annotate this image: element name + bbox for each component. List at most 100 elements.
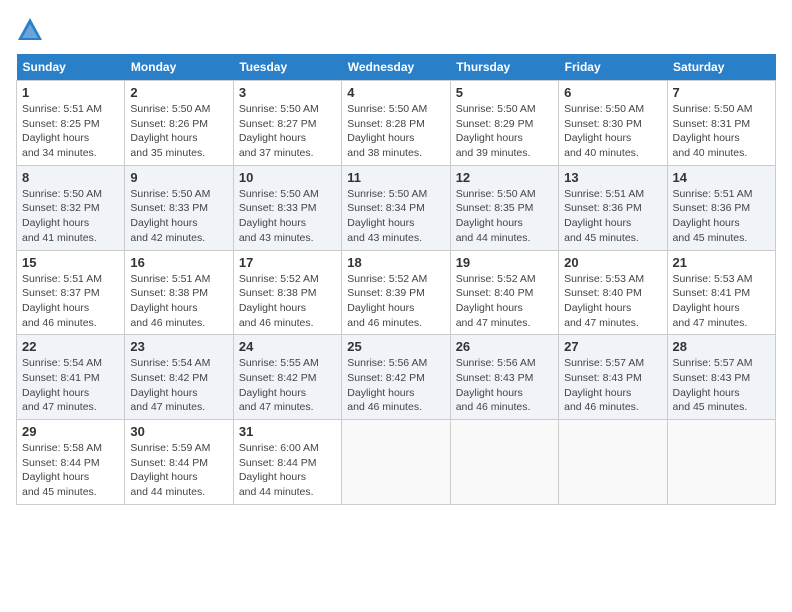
calendar-day-cell: 21 Sunrise: 5:53 AM Sunset: 8:41 PM Dayl… — [667, 250, 775, 335]
day-number: 25 — [347, 339, 444, 354]
calendar-day-cell: 4 Sunrise: 5:50 AM Sunset: 8:28 PM Dayli… — [342, 81, 450, 166]
day-detail: Sunrise: 5:50 AM Sunset: 8:34 PM Dayligh… — [347, 187, 444, 246]
day-detail: Sunrise: 5:50 AM Sunset: 8:32 PM Dayligh… — [22, 187, 119, 246]
calendar-week-row: 15 Sunrise: 5:51 AM Sunset: 8:37 PM Dayl… — [17, 250, 776, 335]
calendar-day-cell: 2 Sunrise: 5:50 AM Sunset: 8:26 PM Dayli… — [125, 81, 233, 166]
day-detail: Sunrise: 5:51 AM Sunset: 8:38 PM Dayligh… — [130, 272, 227, 331]
calendar-day-cell: 20 Sunrise: 5:53 AM Sunset: 8:40 PM Dayl… — [559, 250, 667, 335]
calendar-day-cell: 17 Sunrise: 5:52 AM Sunset: 8:38 PM Dayl… — [233, 250, 341, 335]
calendar-day-cell: 1 Sunrise: 5:51 AM Sunset: 8:25 PM Dayli… — [17, 81, 125, 166]
calendar-day-cell: 25 Sunrise: 5:56 AM Sunset: 8:42 PM Dayl… — [342, 335, 450, 420]
day-number: 29 — [22, 424, 119, 439]
day-detail: Sunrise: 5:53 AM Sunset: 8:41 PM Dayligh… — [673, 272, 770, 331]
day-detail: Sunrise: 5:52 AM Sunset: 8:40 PM Dayligh… — [456, 272, 553, 331]
day-number: 28 — [673, 339, 770, 354]
calendar-day-cell: 9 Sunrise: 5:50 AM Sunset: 8:33 PM Dayli… — [125, 165, 233, 250]
calendar-day-cell: 26 Sunrise: 5:56 AM Sunset: 8:43 PM Dayl… — [450, 335, 558, 420]
day-number: 27 — [564, 339, 661, 354]
weekday-header: Wednesday — [342, 54, 450, 81]
page-header — [16, 16, 776, 44]
day-number: 19 — [456, 255, 553, 270]
calendar-day-cell: 24 Sunrise: 5:55 AM Sunset: 8:42 PM Dayl… — [233, 335, 341, 420]
calendar-day-cell: 7 Sunrise: 5:50 AM Sunset: 8:31 PM Dayli… — [667, 81, 775, 166]
logo — [16, 16, 48, 44]
day-detail: Sunrise: 5:50 AM Sunset: 8:26 PM Dayligh… — [130, 102, 227, 161]
day-detail: Sunrise: 5:50 AM Sunset: 8:31 PM Dayligh… — [673, 102, 770, 161]
day-detail: Sunrise: 5:57 AM Sunset: 8:43 PM Dayligh… — [564, 356, 661, 415]
day-number: 11 — [347, 170, 444, 185]
calendar-day-cell: 5 Sunrise: 5:50 AM Sunset: 8:29 PM Dayli… — [450, 81, 558, 166]
calendar-day-cell: 31 Sunrise: 6:00 AM Sunset: 8:44 PM Dayl… — [233, 420, 341, 505]
calendar-day-cell: 10 Sunrise: 5:50 AM Sunset: 8:33 PM Dayl… — [233, 165, 341, 250]
calendar-day-cell: 23 Sunrise: 5:54 AM Sunset: 8:42 PM Dayl… — [125, 335, 233, 420]
calendar-day-cell: 18 Sunrise: 5:52 AM Sunset: 8:39 PM Dayl… — [342, 250, 450, 335]
day-detail: Sunrise: 5:54 AM Sunset: 8:41 PM Dayligh… — [22, 356, 119, 415]
logo-icon — [16, 16, 44, 44]
day-detail: Sunrise: 5:56 AM Sunset: 8:43 PM Dayligh… — [456, 356, 553, 415]
calendar-day-cell: 22 Sunrise: 5:54 AM Sunset: 8:41 PM Dayl… — [17, 335, 125, 420]
day-number: 16 — [130, 255, 227, 270]
calendar-day-cell: 16 Sunrise: 5:51 AM Sunset: 8:38 PM Dayl… — [125, 250, 233, 335]
day-number: 3 — [239, 85, 336, 100]
day-number: 31 — [239, 424, 336, 439]
day-detail: Sunrise: 5:58 AM Sunset: 8:44 PM Dayligh… — [22, 441, 119, 500]
calendar-day-cell — [667, 420, 775, 505]
day-detail: Sunrise: 5:50 AM Sunset: 8:28 PM Dayligh… — [347, 102, 444, 161]
day-number: 5 — [456, 85, 553, 100]
day-number: 9 — [130, 170, 227, 185]
day-number: 26 — [456, 339, 553, 354]
weekday-header: Tuesday — [233, 54, 341, 81]
calendar-day-cell — [450, 420, 558, 505]
day-detail: Sunrise: 5:50 AM Sunset: 8:29 PM Dayligh… — [456, 102, 553, 161]
calendar-week-row: 29 Sunrise: 5:58 AM Sunset: 8:44 PM Dayl… — [17, 420, 776, 505]
calendar-week-row: 1 Sunrise: 5:51 AM Sunset: 8:25 PM Dayli… — [17, 81, 776, 166]
day-detail: Sunrise: 5:54 AM Sunset: 8:42 PM Dayligh… — [130, 356, 227, 415]
calendar-day-cell — [342, 420, 450, 505]
weekday-row: SundayMondayTuesdayWednesdayThursdayFrid… — [17, 54, 776, 81]
day-number: 8 — [22, 170, 119, 185]
calendar-day-cell: 6 Sunrise: 5:50 AM Sunset: 8:30 PM Dayli… — [559, 81, 667, 166]
day-detail: Sunrise: 5:52 AM Sunset: 8:38 PM Dayligh… — [239, 272, 336, 331]
weekday-header: Saturday — [667, 54, 775, 81]
day-detail: Sunrise: 5:53 AM Sunset: 8:40 PM Dayligh… — [564, 272, 661, 331]
weekday-header: Thursday — [450, 54, 558, 81]
calendar-day-cell: 29 Sunrise: 5:58 AM Sunset: 8:44 PM Dayl… — [17, 420, 125, 505]
weekday-header: Friday — [559, 54, 667, 81]
calendar-day-cell: 30 Sunrise: 5:59 AM Sunset: 8:44 PM Dayl… — [125, 420, 233, 505]
calendar-day-cell: 12 Sunrise: 5:50 AM Sunset: 8:35 PM Dayl… — [450, 165, 558, 250]
day-detail: Sunrise: 5:52 AM Sunset: 8:39 PM Dayligh… — [347, 272, 444, 331]
day-detail: Sunrise: 5:51 AM Sunset: 8:37 PM Dayligh… — [22, 272, 119, 331]
day-detail: Sunrise: 5:56 AM Sunset: 8:42 PM Dayligh… — [347, 356, 444, 415]
day-number: 2 — [130, 85, 227, 100]
calendar-day-cell: 14 Sunrise: 5:51 AM Sunset: 8:36 PM Dayl… — [667, 165, 775, 250]
day-number: 15 — [22, 255, 119, 270]
day-detail: Sunrise: 5:55 AM Sunset: 8:42 PM Dayligh… — [239, 356, 336, 415]
calendar-day-cell: 13 Sunrise: 5:51 AM Sunset: 8:36 PM Dayl… — [559, 165, 667, 250]
day-number: 14 — [673, 170, 770, 185]
day-number: 17 — [239, 255, 336, 270]
calendar-day-cell — [559, 420, 667, 505]
day-number: 23 — [130, 339, 227, 354]
calendar-day-cell: 3 Sunrise: 5:50 AM Sunset: 8:27 PM Dayli… — [233, 81, 341, 166]
day-detail: Sunrise: 5:51 AM Sunset: 8:36 PM Dayligh… — [564, 187, 661, 246]
day-detail: Sunrise: 5:59 AM Sunset: 8:44 PM Dayligh… — [130, 441, 227, 500]
calendar-week-row: 8 Sunrise: 5:50 AM Sunset: 8:32 PM Dayli… — [17, 165, 776, 250]
calendar-body: 1 Sunrise: 5:51 AM Sunset: 8:25 PM Dayli… — [17, 81, 776, 505]
day-number: 6 — [564, 85, 661, 100]
calendar-day-cell: 8 Sunrise: 5:50 AM Sunset: 8:32 PM Dayli… — [17, 165, 125, 250]
calendar-day-cell: 15 Sunrise: 5:51 AM Sunset: 8:37 PM Dayl… — [17, 250, 125, 335]
day-number: 18 — [347, 255, 444, 270]
day-number: 12 — [456, 170, 553, 185]
day-detail: Sunrise: 5:50 AM Sunset: 8:30 PM Dayligh… — [564, 102, 661, 161]
calendar-day-cell: 28 Sunrise: 5:57 AM Sunset: 8:43 PM Dayl… — [667, 335, 775, 420]
calendar-day-cell: 19 Sunrise: 5:52 AM Sunset: 8:40 PM Dayl… — [450, 250, 558, 335]
weekday-header: Sunday — [17, 54, 125, 81]
day-detail: Sunrise: 5:51 AM Sunset: 8:25 PM Dayligh… — [22, 102, 119, 161]
day-number: 13 — [564, 170, 661, 185]
day-number: 24 — [239, 339, 336, 354]
day-detail: Sunrise: 5:50 AM Sunset: 8:33 PM Dayligh… — [239, 187, 336, 246]
day-detail: Sunrise: 6:00 AM Sunset: 8:44 PM Dayligh… — [239, 441, 336, 500]
day-number: 4 — [347, 85, 444, 100]
calendar-day-cell: 11 Sunrise: 5:50 AM Sunset: 8:34 PM Dayl… — [342, 165, 450, 250]
weekday-header: Monday — [125, 54, 233, 81]
